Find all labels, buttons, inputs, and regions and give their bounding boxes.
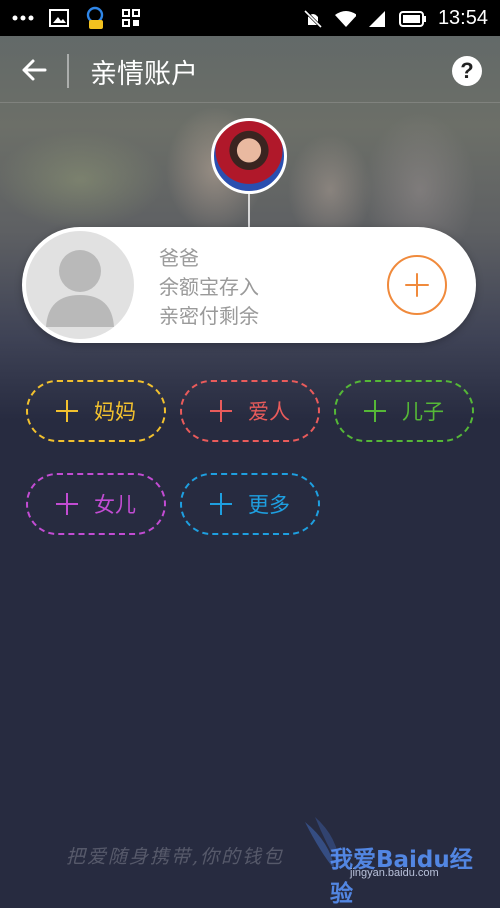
add-member-button[interactable]: [387, 255, 447, 315]
status-time: 13:54: [437, 7, 488, 29]
nav-bottom-line: [0, 102, 500, 103]
plus-icon: [405, 273, 429, 297]
grid-icon: [120, 7, 142, 29]
plus-icon: [364, 400, 386, 422]
chip-more[interactable]: 更多: [180, 473, 320, 535]
wifi-icon: [334, 8, 356, 30]
baidu-url-text: jingyan.baidu.com: [350, 867, 439, 879]
yuebao-deposit-label: 余额宝存入: [159, 275, 259, 299]
nav-divider: [67, 54, 69, 88]
chip-label: 妈妈: [94, 400, 136, 424]
family-member-card[interactable]: 爸爸 余额宝存入 亲密付剩余: [22, 227, 476, 343]
nav-bar: 亲情账户 ?: [0, 36, 500, 104]
signal-icon: [366, 8, 388, 30]
chip-mom[interactable]: 妈妈: [26, 380, 166, 442]
slogan-watermark: 把爱随身携带,你的钱包: [66, 846, 285, 868]
member-name: 爸爸: [159, 246, 199, 270]
my-avatar[interactable]: [211, 118, 287, 194]
avatar-connector-line: [248, 194, 250, 228]
gallery-icon: [48, 7, 70, 29]
assistant-icon: [84, 6, 106, 29]
chip-label: 女儿: [94, 493, 136, 517]
page-title: 亲情账户: [90, 59, 198, 90]
baidu-jingyan-logo: 我爱Baidu经验 jingyan.baidu.com: [300, 812, 490, 907]
default-avatar-icon: [26, 231, 134, 339]
status-bar: 13:54: [0, 0, 500, 36]
battery-icon: [398, 8, 428, 30]
plus-icon: [210, 493, 232, 515]
intimate-pay-remaining-label: 亲密付剩余: [159, 304, 259, 328]
chip-son[interactable]: 儿子: [334, 380, 474, 442]
plus-icon: [210, 400, 232, 422]
plus-icon: [56, 400, 78, 422]
chip-label: 儿子: [402, 400, 444, 424]
plus-icon: [56, 493, 78, 515]
chip-label: 爱人: [248, 400, 290, 424]
more-dots-icon: [12, 7, 34, 29]
back-arrow-icon[interactable]: [18, 54, 50, 86]
help-icon[interactable]: ?: [452, 56, 482, 86]
mute-icon: [302, 8, 324, 30]
chip-daughter[interactable]: 女儿: [26, 473, 166, 535]
chip-label: 更多: [248, 493, 290, 517]
chip-spouse[interactable]: 爱人: [180, 380, 320, 442]
